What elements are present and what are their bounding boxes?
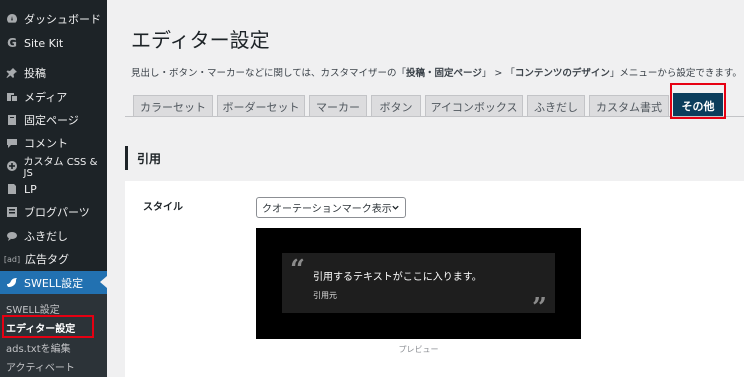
style-label: スタイル <box>143 202 183 213</box>
desc-bold-2: コンテンツのデザイン <box>514 68 610 79</box>
quote-cite: 引用元 <box>313 291 337 300</box>
quote-preview: “ 引用するテキストがここに入ります。 引用元 ” <box>256 228 581 339</box>
sidebar-item-label: ダッシュボード <box>24 13 101 26</box>
sidebar-item-lp[interactable]: LP <box>0 178 107 200</box>
sidebar-item-comments[interactable]: コメント <box>0 132 107 154</box>
preview-caption: プレビュー <box>398 345 439 354</box>
tab-fukidashi[interactable]: ふきだし <box>527 95 585 117</box>
tab-button[interactable]: ボタン <box>371 95 421 117</box>
swell-bird-icon <box>5 276 19 290</box>
highlight-box-other-tab <box>670 83 726 119</box>
open-quote-mark-icon: “ <box>290 255 305 285</box>
submenu-item-swell-settings[interactable]: SWELL設定 <box>6 301 60 316</box>
section-title: 引用 <box>125 146 161 170</box>
sidebar-item-dashboard[interactable]: ダッシュボード <box>0 8 107 30</box>
settings-panel: スタイル クオーテーションマーク表示 “ 引用するテキストがここに入ります。 引… <box>125 181 744 377</box>
desc-text-1: 見出し・ボタン・マーカーなどに関しては、カスタマイザーの「 <box>131 68 407 79</box>
tab-custom-format[interactable]: カスタム書式 <box>589 95 669 117</box>
speech-bubble-icon <box>5 229 19 243</box>
style-select-value: クオーテーションマーク表示 <box>262 204 392 215</box>
comment-icon <box>5 136 19 150</box>
sidebar-item-label: 固定ページ <box>24 114 79 127</box>
sidebar-item-custom-css-js[interactable]: カスタム CSS & JS <box>0 155 107 179</box>
tab-color-set[interactable]: カラーセット <box>133 95 213 117</box>
desc-bold-1: 投稿・固定ページ <box>406 68 482 79</box>
sidebar-item-label: LP <box>24 182 37 196</box>
sidebar-item-swell-settings[interactable]: SWELL設定 <box>0 271 107 294</box>
current-menu-arrow <box>100 276 107 288</box>
highlight-box-editor-settings <box>2 315 94 338</box>
tabs-divider <box>125 116 744 117</box>
sidebar-item-pages[interactable]: 固定ページ <box>0 109 107 131</box>
sidebar-item-fukidashi[interactable]: ふきだし <box>0 225 107 247</box>
page-icon <box>5 113 19 127</box>
blockquote-preview: “ 引用するテキストがここに入ります。 引用元 ” <box>282 253 555 323</box>
page-description: 見出し・ボタン・マーカーなどに関しては、カスタマイザーの「投稿・固定ページ」 >… <box>131 65 742 79</box>
sidebar-item-label: ふきだし <box>24 230 68 243</box>
sidebar-item-label: 広告タグ <box>25 253 69 266</box>
submenu-item-ads-txt[interactable]: ads.txtを編集 <box>6 340 71 355</box>
dashboard-icon <box>5 12 19 26</box>
sidebar-item-label: コメント <box>24 137 68 150</box>
page-title: エディター設定 <box>131 28 270 52</box>
plus-circle-icon <box>5 159 19 173</box>
sidebar-item-posts[interactable]: 投稿 <box>0 62 107 84</box>
quote-text: 引用するテキストがここに入ります。 <box>313 272 482 283</box>
sidebar-item-label: 投稿 <box>24 67 46 80</box>
sidebar-item-media[interactable]: メディア <box>0 86 107 108</box>
tab-icon-box[interactable]: アイコンボックス <box>425 95 523 117</box>
tab-border-set[interactable]: ボーダーセット <box>217 95 305 117</box>
sidebar-item-site-kit[interactable]: G Site Kit <box>0 32 107 54</box>
sidebar-item-label: Site Kit <box>24 36 64 50</box>
style-select[interactable]: クオーテーションマーク表示 <box>256 197 406 218</box>
sidebar-item-label: ブログパーツ <box>24 206 90 219</box>
blog-parts-icon <box>5 205 19 219</box>
ad-icon: [ad] <box>3 254 21 264</box>
sidebar-item-label: カスタム CSS & JS <box>23 157 98 179</box>
sidebar-item-ad-tag[interactable]: [ad] 広告タグ <box>0 248 107 270</box>
lp-page-icon <box>5 182 19 196</box>
close-quote-mark-icon: ” <box>532 293 547 323</box>
tab-marker[interactable]: マーカー <box>309 95 367 117</box>
pin-icon <box>5 66 19 80</box>
sidebar-item-label: メディア <box>24 91 68 104</box>
submenu-item-activate[interactable]: アクティベート <box>6 359 75 374</box>
google-g-icon: G <box>7 36 17 50</box>
desc-text-3: 」メニューから設定できます。 <box>609 68 742 79</box>
chevron-down-icon <box>392 205 399 210</box>
main-content: エディター設定 見出し・ボタン・マーカーなどに関しては、カスタマイザーの「投稿・… <box>107 0 744 377</box>
desc-text-2: 」 > 「 <box>481 68 515 79</box>
media-icon <box>5 90 19 104</box>
admin-sidebar: ダッシュボード G Site Kit 投稿 メディア 固定ページ コメント カス… <box>0 0 107 377</box>
sidebar-item-label: SWELL設定 <box>24 276 84 290</box>
sidebar-item-blog-parts[interactable]: ブログパーツ <box>0 201 107 223</box>
